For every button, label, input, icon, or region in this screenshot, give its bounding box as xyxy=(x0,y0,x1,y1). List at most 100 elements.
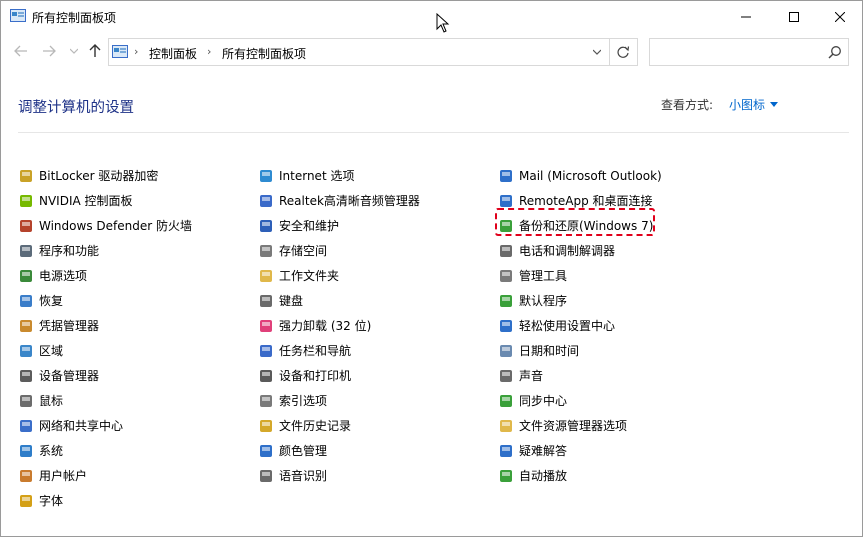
item-label[interactable]: 颜色管理 xyxy=(279,442,327,459)
item-label[interactable]: 恢复 xyxy=(39,292,63,309)
recent-locations-button[interactable] xyxy=(65,42,83,60)
item-label[interactable]: 疑难解答 xyxy=(519,442,567,459)
search-box[interactable] xyxy=(649,38,849,66)
item-label[interactable]: 同步中心 xyxy=(519,392,567,409)
item-label[interactable]: 语音识别 xyxy=(279,467,327,484)
maximize-button[interactable] xyxy=(771,1,817,32)
control-panel-item[interactable]: 设备管理器 xyxy=(18,363,192,388)
control-panel-item[interactable]: RemoteApp 和桌面连接 xyxy=(498,188,662,213)
control-panel-item[interactable]: BitLocker 驱动器加密 xyxy=(18,163,192,188)
control-panel-item[interactable]: 安全和维护 xyxy=(258,213,420,238)
item-label[interactable]: 设备管理器 xyxy=(39,367,99,384)
item-label[interactable]: NVIDIA 控制面板 xyxy=(39,192,133,209)
breadcrumb-control-panel[interactable]: 控制面板 xyxy=(149,45,197,62)
item-label[interactable]: Mail (Microsoft Outlook) xyxy=(519,169,662,183)
item-label[interactable]: 网络和共享中心 xyxy=(39,417,123,434)
item-label[interactable]: BitLocker 驱动器加密 xyxy=(39,167,158,184)
control-panel-item[interactable]: 轻松使用设置中心 xyxy=(498,313,662,338)
item-label[interactable]: 电话和调制解调器 xyxy=(519,242,615,259)
item-label[interactable]: 自动播放 xyxy=(519,467,567,484)
control-panel-item[interactable]: 设备和打印机 xyxy=(258,363,420,388)
back-button[interactable] xyxy=(12,42,30,60)
item-label[interactable]: 索引选项 xyxy=(279,392,327,409)
control-panel-item[interactable]: 鼠标 xyxy=(18,388,192,413)
item-label[interactable]: 系统 xyxy=(39,442,63,459)
control-panel-item[interactable]: Mail (Microsoft Outlook) xyxy=(498,163,662,188)
item-label[interactable]: 默认程序 xyxy=(519,292,567,309)
chevron-down-icon[interactable] xyxy=(770,102,778,107)
control-panel-item[interactable]: 区域 xyxy=(18,338,192,363)
control-panel-item[interactable]: 任务栏和导航 xyxy=(258,338,420,363)
control-panel-item[interactable]: 字体 xyxy=(18,488,192,513)
control-panel-item[interactable]: 强力卸载 (32 位) xyxy=(258,313,420,338)
control-panel-item[interactable]: 电话和调制解调器 xyxy=(498,238,662,263)
control-panel-item[interactable]: Windows Defender 防火墙 xyxy=(18,213,192,238)
control-panel-item[interactable]: 文件历史记录 xyxy=(258,413,420,438)
control-panel-item[interactable]: 默认程序 xyxy=(498,288,662,313)
control-panel-item[interactable]: 备份和还原(Windows 7) xyxy=(498,213,662,238)
item-label[interactable]: 区域 xyxy=(39,342,63,359)
item-label[interactable]: 工作文件夹 xyxy=(279,267,339,284)
control-panel-item[interactable]: 恢复 xyxy=(18,288,192,313)
control-panel-item[interactable]: 索引选项 xyxy=(258,388,420,413)
control-panel-item[interactable]: 电源选项 xyxy=(18,263,192,288)
item-label[interactable]: 程序和功能 xyxy=(39,242,99,259)
control-panel-item[interactable]: Realtek高清晰音频管理器 xyxy=(258,188,420,213)
minimize-button[interactable] xyxy=(723,1,769,32)
control-panel-item[interactable]: 文件资源管理器选项 xyxy=(498,413,662,438)
control-panel-item[interactable]: 程序和功能 xyxy=(18,238,192,263)
item-label[interactable]: 管理工具 xyxy=(519,267,567,284)
item-label[interactable]: 日期和时间 xyxy=(519,342,579,359)
item-label[interactable]: 轻松使用设置中心 xyxy=(519,317,615,334)
control-panel-item[interactable]: 语音识别 xyxy=(258,463,420,488)
control-panel-item[interactable]: 日期和时间 xyxy=(498,338,662,363)
up-button[interactable] xyxy=(86,42,104,60)
control-panel-item[interactable]: 颜色管理 xyxy=(258,438,420,463)
item-label[interactable]: 设备和打印机 xyxy=(279,367,351,384)
item-label[interactable]: 强力卸载 (32 位) xyxy=(279,317,371,334)
item-label[interactable]: 键盘 xyxy=(279,292,303,309)
breadcrumb-all-items[interactable]: 所有控制面板项 xyxy=(222,45,306,62)
control-panel-item[interactable]: 存储空间 xyxy=(258,238,420,263)
address-dropdown-button[interactable] xyxy=(587,39,607,65)
item-label[interactable]: 安全和维护 xyxy=(279,217,339,234)
control-panel-item[interactable]: 系统 xyxy=(18,438,192,463)
control-panel-item[interactable]: Internet 选项 xyxy=(258,163,420,188)
control-panel-item[interactable]: 网络和共享中心 xyxy=(18,413,192,438)
item-label[interactable]: 任务栏和导航 xyxy=(279,342,351,359)
item-label[interactable]: 声音 xyxy=(519,367,543,384)
view-by-dropdown[interactable]: 小图标 xyxy=(729,96,765,113)
breadcrumb-separator[interactable]: › xyxy=(134,45,138,58)
search-icon[interactable] xyxy=(828,45,842,59)
item-label[interactable]: 文件资源管理器选项 xyxy=(519,417,627,434)
item-label[interactable]: RemoteApp 和桌面连接 xyxy=(519,192,653,209)
control-panel-item[interactable]: 疑难解答 xyxy=(498,438,662,463)
item-label[interactable]: 存储空间 xyxy=(279,242,327,259)
control-panel-item[interactable]: 声音 xyxy=(498,363,662,388)
control-panel-item[interactable]: 自动播放 xyxy=(498,463,662,488)
item-label[interactable]: 文件历史记录 xyxy=(279,417,351,434)
item-label[interactable]: Windows Defender 防火墙 xyxy=(39,217,192,234)
control-panel-item[interactable]: NVIDIA 控制面板 xyxy=(18,188,192,213)
search-input[interactable] xyxy=(654,43,824,61)
control-panel-item[interactable]: 工作文件夹 xyxy=(258,263,420,288)
forward-button[interactable] xyxy=(40,42,58,60)
control-panel-item[interactable]: 用户帐户 xyxy=(18,463,192,488)
item-label[interactable]: Realtek高清晰音频管理器 xyxy=(279,192,420,209)
address-bar[interactable]: › 控制面板 › 所有控制面板项 xyxy=(108,38,638,66)
breadcrumb-separator[interactable]: › xyxy=(207,45,211,58)
item-label[interactable]: 字体 xyxy=(39,492,63,509)
control-panel-item[interactable]: 键盘 xyxy=(258,288,420,313)
title-bar[interactable]: 所有控制面板项 xyxy=(1,1,862,32)
item-label[interactable]: 备份和还原(Windows 7) xyxy=(519,217,653,234)
item-label[interactable]: 用户帐户 xyxy=(39,467,87,484)
item-label[interactable]: Internet 选项 xyxy=(279,167,354,184)
control-panel-item[interactable]: 凭据管理器 xyxy=(18,313,192,338)
item-label[interactable]: 凭据管理器 xyxy=(39,317,99,334)
control-panel-item[interactable]: 同步中心 xyxy=(498,388,662,413)
close-button[interactable] xyxy=(817,1,863,32)
refresh-button[interactable] xyxy=(609,39,637,65)
item-label[interactable]: 鼠标 xyxy=(39,392,63,409)
control-panel-item[interactable]: 管理工具 xyxy=(498,263,662,288)
item-label[interactable]: 电源选项 xyxy=(39,267,87,284)
